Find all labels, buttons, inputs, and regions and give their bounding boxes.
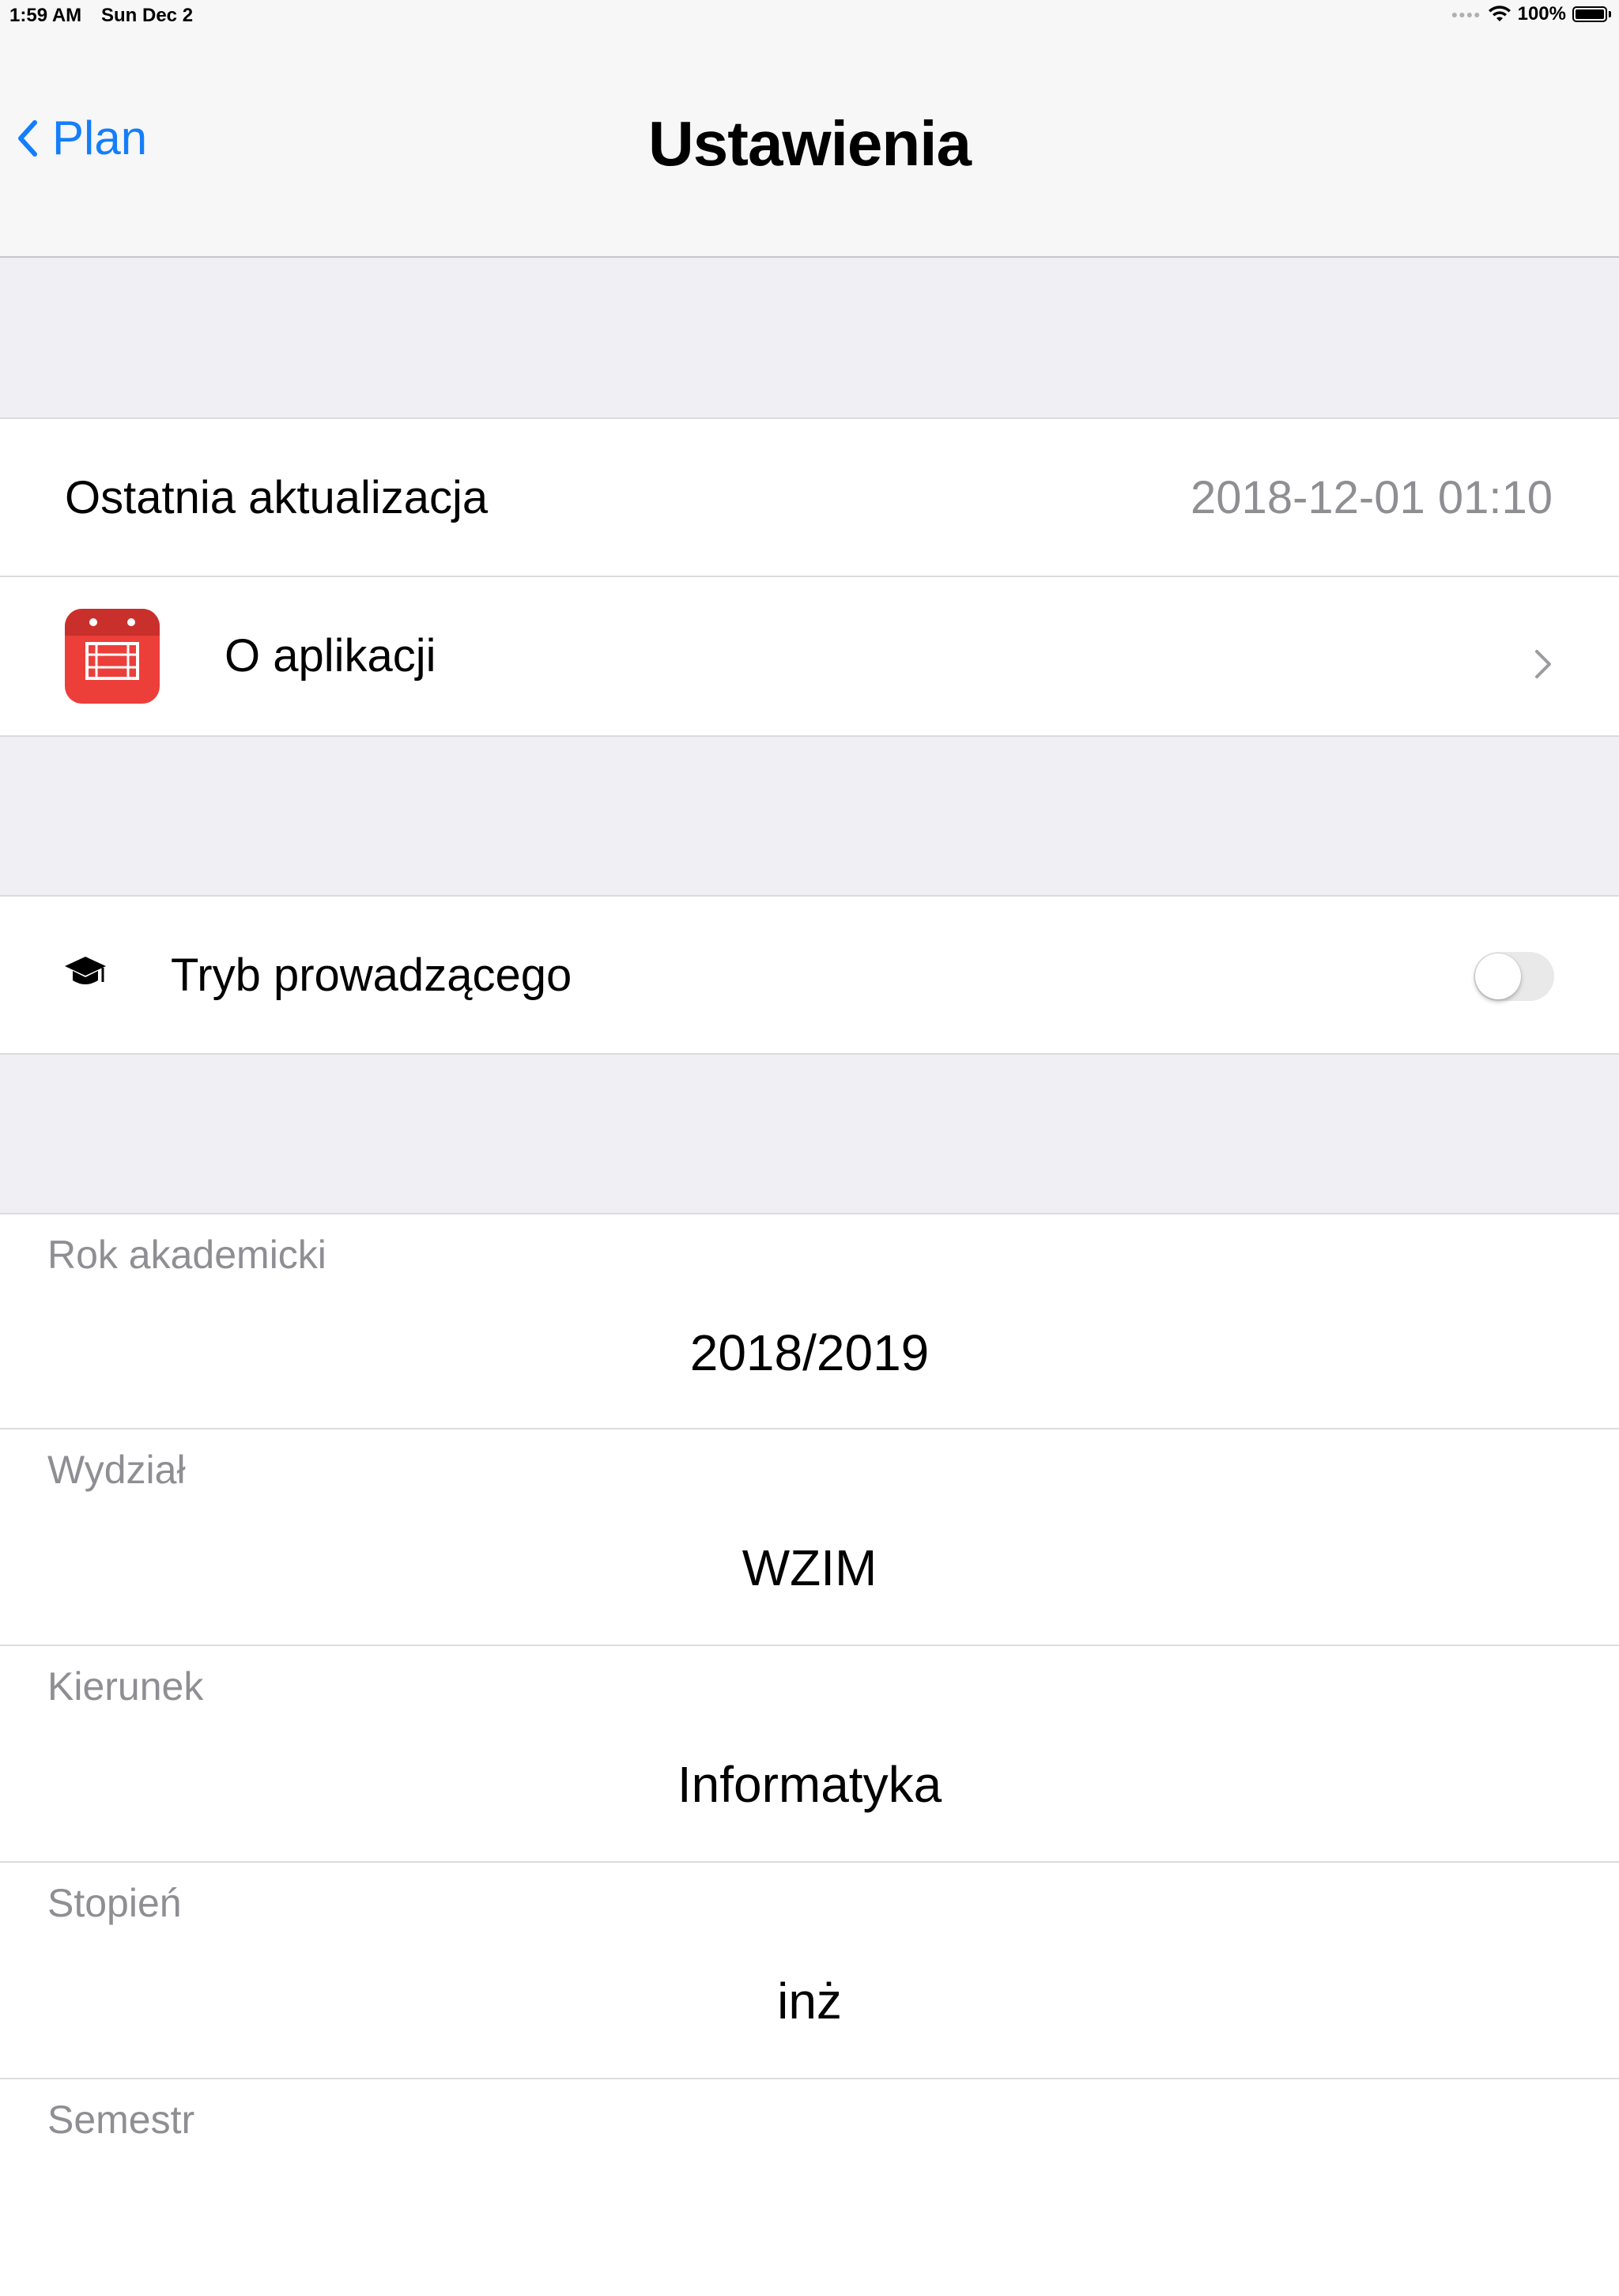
- degree-picker[interactable]: Stopień inż: [0, 1863, 1619, 2079]
- picker-value: inż: [777, 1973, 842, 2030]
- academic-year-picker[interactable]: Rok akademicki 2018/2019: [0, 1213, 1619, 1429]
- last-update-value: 2018-12-01 01:10: [1191, 472, 1553, 523]
- section-gap: [0, 1055, 1619, 1213]
- lecturer-mode-toggle[interactable]: [1474, 952, 1554, 1001]
- picker-value: Informatyka: [677, 1756, 942, 1813]
- status-bar: 1:59 AM Sun Dec 2 ●●●● 100%: [0, 0, 1619, 32]
- last-update-label: Ostatnia aktualizacja: [65, 472, 489, 523]
- section-gap: [0, 258, 1619, 417]
- status-right: ●●●● 100%: [1451, 3, 1611, 25]
- signal-dots-icon: ●●●●: [1451, 8, 1481, 21]
- picker-value: 2018/2019: [689, 1324, 930, 1381]
- calendar-app-icon: [65, 609, 160, 704]
- picker-caption: Rok akademicki: [47, 1233, 326, 1277]
- battery-percent: 100%: [1517, 3, 1566, 25]
- lecturer-mode-label: Tryb prowadzącego: [171, 950, 572, 1001]
- navigation-bar: Plan Ustawienia: [0, 32, 1619, 258]
- picker-caption: Kierunek: [47, 1664, 204, 1709]
- picker-caption: Semestr: [47, 2098, 195, 2142]
- field-of-study-picker[interactable]: Kierunek Informatyka: [0, 1646, 1619, 1863]
- section-gap: [0, 737, 1619, 895]
- faculty-picker[interactable]: Wydział WZIM: [0, 1429, 1619, 1646]
- picker-value: WZIM: [742, 1539, 877, 1596]
- page-title: Ustawienia: [648, 108, 972, 179]
- picker-caption: Wydział: [47, 1448, 186, 1492]
- battery-tip: [1609, 11, 1611, 17]
- status-date: Sun Dec 2: [101, 5, 194, 26]
- about-row[interactable]: O aplikacji: [0, 577, 1619, 737]
- calendar-glyph-icon: [65, 609, 160, 680]
- status-time: 1:59 AM: [9, 5, 82, 26]
- wifi-icon: [1488, 6, 1511, 21]
- picker-caption: Stopień: [47, 1881, 182, 1925]
- semester-picker[interactable]: Semestr: [0, 2079, 1619, 2296]
- last-update-row: Ostatnia aktualizacja 2018-12-01 01:10: [0, 417, 1619, 577]
- lecturer-mode-row: Tryb prowadzącego: [0, 895, 1619, 1055]
- toggle-knob: [1475, 954, 1521, 999]
- graduation-cap-icon: [65, 957, 106, 984]
- about-label: O aplikacji: [225, 630, 436, 682]
- battery-icon: [1572, 6, 1607, 22]
- chevron-right-icon: [1535, 650, 1551, 678]
